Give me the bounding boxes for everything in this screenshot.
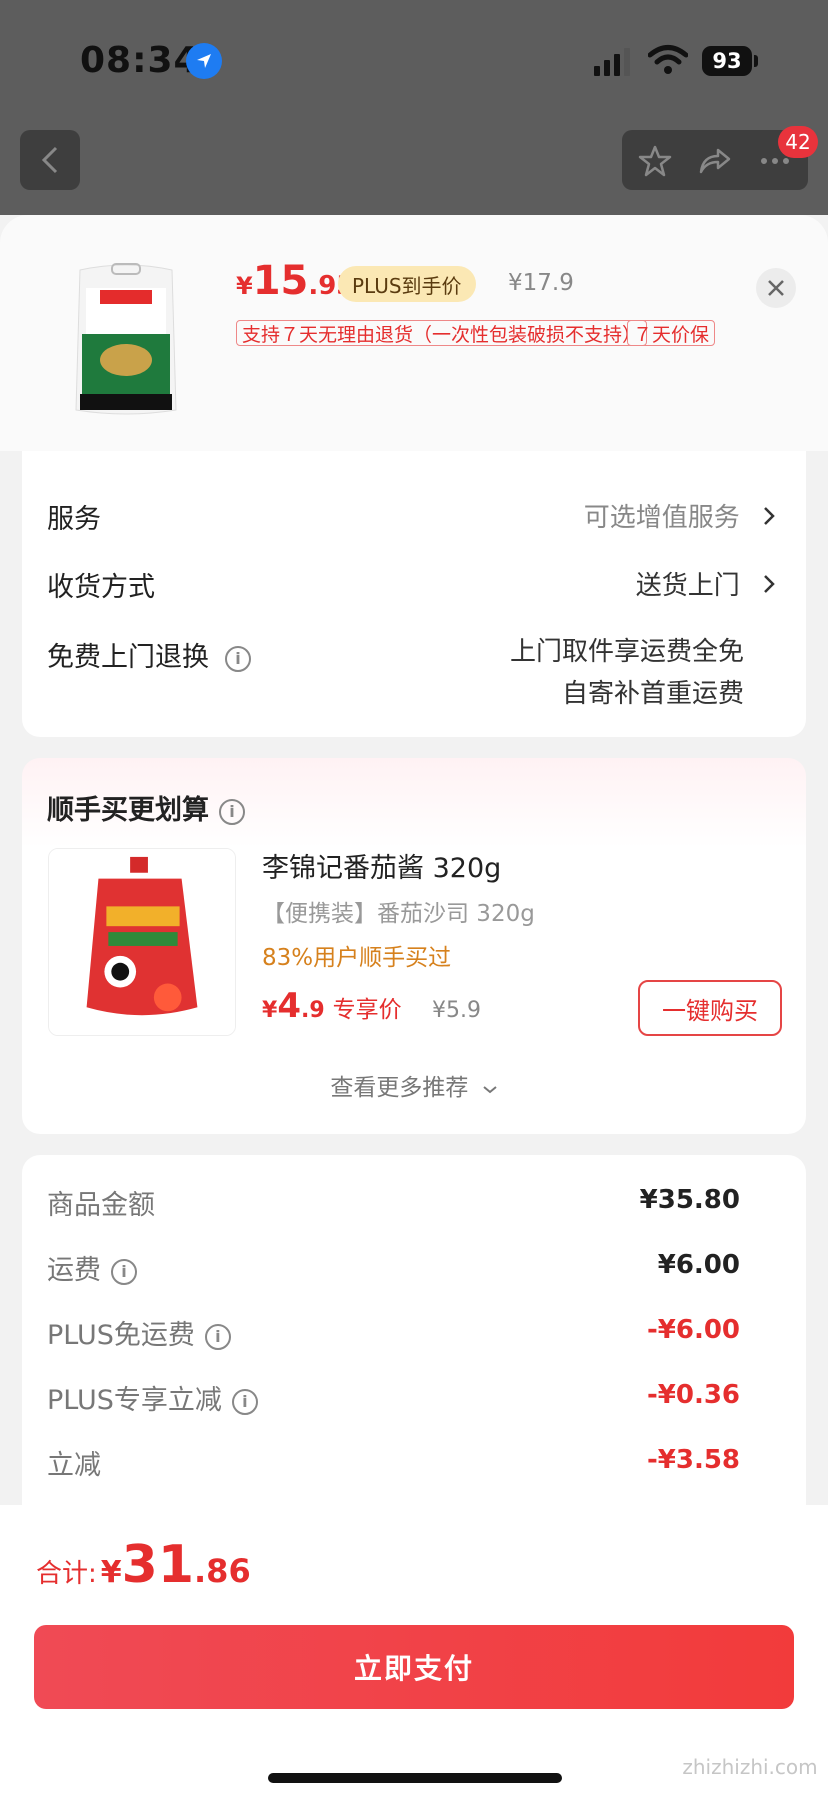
plus-discount-value: -¥0.36 (646, 1380, 740, 1410)
info-icon[interactable]: i (111, 1258, 137, 1285)
info-icon[interactable]: i (219, 798, 245, 825)
reco-title: 顺手买更划算 i (47, 788, 245, 827)
free-return-value-line1: 上门取件享运费全免 (509, 637, 744, 667)
one-click-buy-button[interactable]: 一键购买 (638, 980, 782, 1036)
reco-price: ¥4.9 专享价 (262, 986, 402, 1026)
plus-price-tag: PLUS到手价 (338, 266, 476, 302)
shipping-value: ¥6.00 (657, 1250, 740, 1280)
product-price: ¥15.93 (236, 258, 355, 304)
star-icon[interactable] (638, 144, 672, 178)
plus-free-shipping-label: PLUS免运费 i (47, 1313, 231, 1352)
checkout-bar: 合计: ¥31.86 立即支付 zhizhizhi.com (0, 1505, 828, 1796)
pay-now-button[interactable]: 立即支付 (34, 1625, 794, 1709)
return-policy-tag: 支持７天无理由退货（一次性包装破损不支持） (236, 320, 648, 346)
reco-product-spec: 【便携装】番茄沙司 320g (262, 901, 535, 927)
chevron-left-icon (41, 146, 58, 174)
battery-tip (754, 55, 758, 67)
instant-discount-value: -¥3.58 (646, 1445, 740, 1475)
close-icon (768, 280, 784, 296)
reco-product-image[interactable] (48, 848, 236, 1036)
original-price: ¥17.9 (508, 270, 574, 296)
watermark: zhizhizhi.com (682, 1755, 818, 1779)
product-thumbnail[interactable] (72, 260, 180, 420)
cost-summary-card: 商品金额 ¥35.80 运费 i ¥6.00 PLUS免运费 i -¥6.00 PL… (22, 1155, 806, 1515)
chevron-right-icon (764, 507, 775, 525)
recommendation-card: 顺手买更划算 i 李锦记番茄酱 320g 【便携装】番茄沙司 320g 83%用户… (22, 758, 806, 1134)
plus-free-shipping-value: -¥6.00 (646, 1315, 740, 1345)
shipping-label: 运费 i (47, 1248, 137, 1287)
reco-product-name[interactable]: 李锦记番茄酱 320g (262, 846, 501, 885)
info-icon[interactable]: i (204, 1323, 231, 1350)
plus-discount-label: PLUS专享立减 i (47, 1378, 258, 1417)
total-amount: 合计: ¥31.86 (36, 1535, 251, 1595)
delivery-method-value[interactable]: 送货上门 (636, 565, 776, 602)
more-recommendations-link[interactable]: 查看更多推荐 (22, 1068, 806, 1102)
delivery-method-label: 收货方式 (47, 572, 155, 603)
free-return-value-line2: 自寄补首重运费 (561, 679, 744, 709)
chevron-down-icon (483, 1086, 497, 1094)
free-return-label: 免费上门退换 i (47, 635, 251, 674)
service-label: 服务 (47, 504, 101, 535)
reco-buy-rate: 83%用户顺手买过 (262, 945, 452, 971)
signal-icon (594, 48, 630, 76)
reco-original-price: ¥5.9 (432, 998, 481, 1023)
instant-discount-label: 立减 (47, 1450, 101, 1481)
chevron-right-icon (764, 575, 775, 593)
back-button[interactable] (20, 130, 80, 190)
service-card: 服务 可选增值服务 收货方式 送货上门 免费上门退换 i 上门取件享运费全免 自寄… (22, 451, 806, 737)
status-time: 08:34 (80, 40, 200, 81)
price-protect-tag: ７天价保 (627, 320, 716, 346)
service-value[interactable]: 可选增值服务 (584, 497, 776, 534)
goods-amount-label: 商品金额 (47, 1190, 155, 1221)
info-icon[interactable]: i (225, 645, 251, 672)
goods-amount-value: ¥35.80 (639, 1185, 740, 1215)
home-indicator (268, 1773, 562, 1783)
wifi-icon (648, 45, 688, 74)
status-bar: 08:34 93 (0, 0, 828, 120)
location-icon (186, 43, 222, 79)
battery-indicator: 93 (702, 46, 752, 76)
info-icon[interactable]: i (231, 1388, 258, 1415)
close-button[interactable] (756, 268, 796, 308)
message-badge: 42 (778, 126, 818, 158)
share-icon[interactable] (698, 144, 732, 178)
